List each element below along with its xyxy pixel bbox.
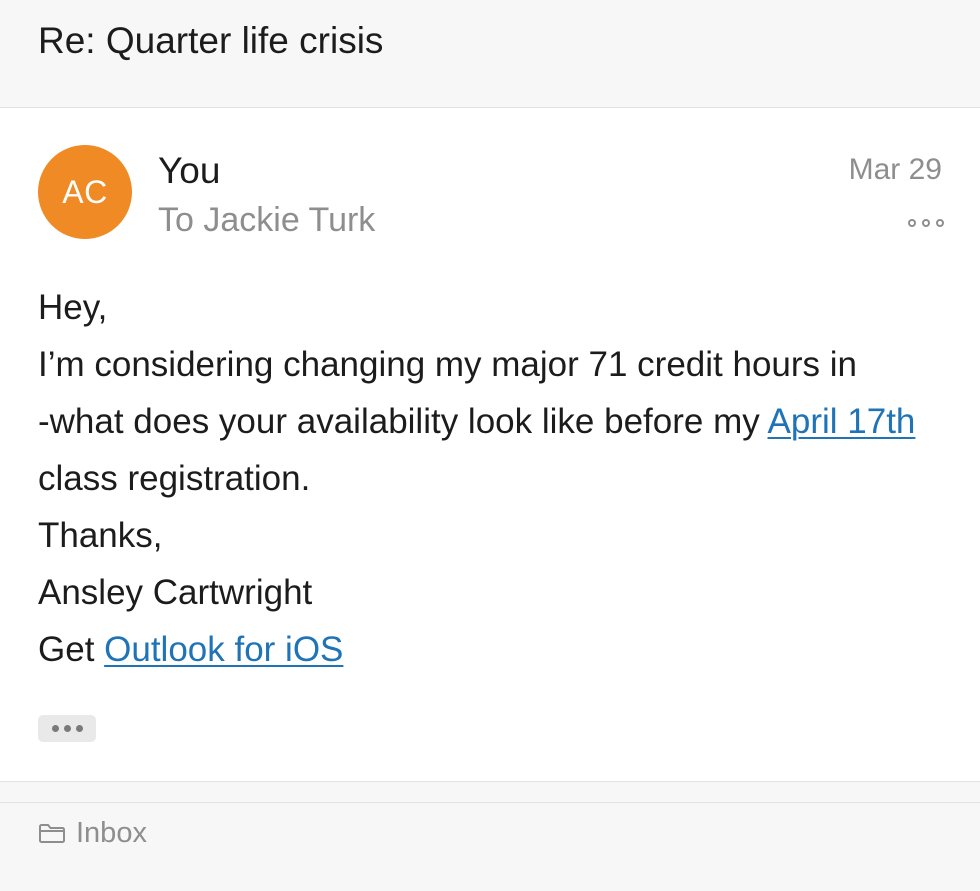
folder-label: Inbox	[76, 817, 147, 849]
avatar-initials: AC	[62, 173, 108, 210]
folder-inbox-link[interactable]: Inbox	[38, 815, 147, 851]
email-subject: Re: Quarter life crisis	[38, 20, 384, 61]
message-body: Hey, I’m considering changing my major 7…	[38, 279, 948, 678]
show-trimmed-content-button[interactable]	[38, 715, 96, 742]
ellipsis-icon	[63, 725, 71, 732]
body-signature: Ansley Cartwright	[38, 573, 313, 612]
sender-name[interactable]: You	[158, 149, 220, 193]
ellipsis-icon	[75, 725, 83, 732]
recipient-line[interactable]: To Jackie Turk	[158, 199, 375, 241]
body-greeting: Hey,	[38, 288, 108, 327]
body-signoff: Thanks,	[38, 516, 163, 555]
date-link[interactable]: April 17th	[768, 402, 916, 441]
body-line-2-text: -what does your availability look like b…	[38, 402, 768, 441]
more-dot	[936, 219, 944, 227]
more-horizontal-icon[interactable]	[908, 213, 944, 233]
body-line-2-text-end: class registration.	[38, 459, 311, 498]
more-dot	[922, 219, 930, 227]
message-footer: Inbox	[0, 803, 980, 891]
get-prefix: Get	[38, 630, 105, 669]
outlook-ios-link[interactable]: Outlook for iOS	[104, 630, 343, 669]
body-get-outlook: Get Outlook for iOS	[38, 621, 948, 678]
body-line-1: I’m considering changing my major 71 cre…	[38, 345, 857, 384]
section-divider	[0, 781, 980, 803]
body-line-2: -what does your availability look like b…	[38, 393, 948, 507]
ellipsis-icon	[51, 725, 59, 732]
folder-icon	[39, 824, 65, 843]
subject-header: Re: Quarter life crisis	[0, 0, 980, 108]
message-card: AC You To Jackie Turk Mar 29 Hey, I’m co…	[0, 109, 980, 781]
message-date: Mar 29	[848, 153, 942, 186]
more-dot	[908, 219, 916, 227]
sender-avatar[interactable]: AC	[38, 145, 132, 239]
